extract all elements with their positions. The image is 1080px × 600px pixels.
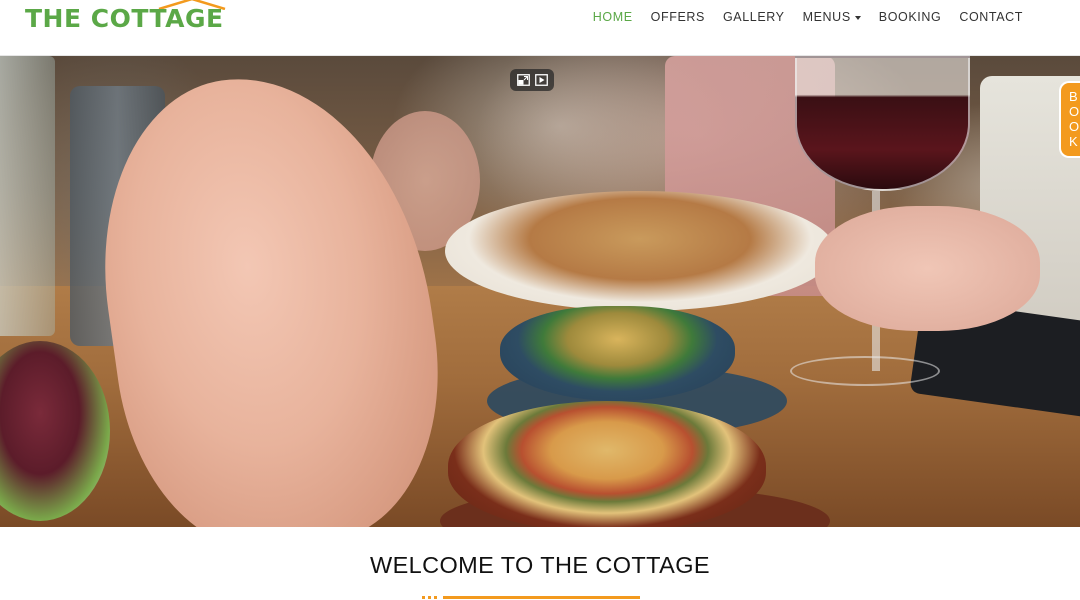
- heading-divider: [422, 596, 640, 599]
- diner-hand-right: [815, 206, 1040, 331]
- book-letter: O: [1069, 104, 1080, 119]
- main-nav: HOME OFFERS GALLERY MENUS BOOKING CONTAC…: [593, 10, 1023, 24]
- site-header: THE COTTAGE HOME OFFERS GALLERY MENUS BO…: [0, 0, 1080, 56]
- nav-gallery-label: GALLERY: [722, 10, 785, 24]
- welcome-heading: WELCOME TO THE COTTAGE: [369, 552, 710, 578]
- divider-dot: [428, 596, 431, 599]
- nav-contact-label: CONTACT: [959, 10, 1023, 24]
- nav-booking-label: BOOKING: [878, 10, 942, 24]
- welcome-section: WELCOME TO THE COTTAGE: [0, 527, 1080, 600]
- nav-offers-label: OFFERS: [650, 10, 705, 24]
- pasta-bowl: [445, 191, 835, 311]
- hero-video: [0, 56, 1080, 527]
- nav-gallery[interactable]: GALLERY: [723, 10, 785, 24]
- video-controls: [510, 69, 554, 91]
- hummus-bowl: [448, 401, 766, 527]
- picture-in-picture-icon[interactable]: [516, 74, 530, 86]
- chickpea-bowl: [500, 306, 735, 401]
- nav-booking[interactable]: BOOKING: [879, 10, 942, 24]
- water-glass: [0, 56, 55, 336]
- book-letter: K: [1069, 134, 1078, 149]
- logo-text: THE COTTAGE: [25, 4, 224, 33]
- nav-contact[interactable]: CONTACT: [959, 10, 1023, 24]
- nav-home-label: HOME: [592, 10, 633, 24]
- book-letter: O: [1069, 119, 1080, 134]
- video-play-icon[interactable]: [534, 74, 548, 86]
- wine-glass-base: [790, 356, 940, 386]
- nav-menus[interactable]: MENUS: [803, 10, 861, 24]
- divider-bar: [443, 596, 640, 599]
- book-letter: B: [1069, 89, 1078, 104]
- book-side-tab[interactable]: B O O K: [1059, 81, 1080, 158]
- caret-down-icon: [854, 15, 861, 20]
- divider-dot: [422, 596, 425, 599]
- nav-offers[interactable]: OFFERS: [651, 10, 705, 24]
- nav-menus-label: MENUS: [802, 10, 851, 24]
- divider-dot: [434, 596, 437, 599]
- nav-home[interactable]: HOME: [593, 10, 633, 24]
- wine-glass: [795, 56, 970, 191]
